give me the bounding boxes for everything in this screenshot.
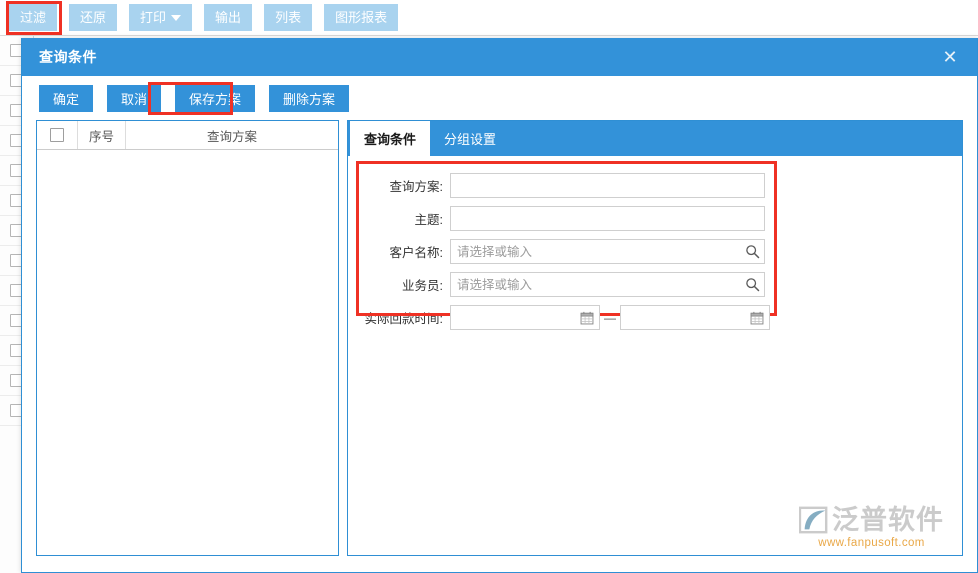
dialog-body: 序号 查询方案 查询条件 分组设置 查询方案: 主题: 客户名称: 请选择或输入… xyxy=(22,120,977,570)
select-all-checkbox[interactable] xyxy=(50,128,64,142)
watermark-brand: 泛普软件 xyxy=(832,504,944,535)
toolbar-button-print[interactable]: 打印 xyxy=(129,4,193,31)
cancel-button-label: 取消 xyxy=(121,91,148,107)
confirm-button-label: 确定 xyxy=(53,91,80,107)
field-row-customer-name: 客户名称: xyxy=(364,239,962,264)
app-root: 过滤 还原 打印 输出 列表 图形报表 查询条件 ✕ 确定 取消 保存方案 删除… xyxy=(0,0,978,573)
toolbar-button-filter-label: 过滤 xyxy=(20,10,47,25)
calendar-icon[interactable] xyxy=(745,306,769,329)
search-icon[interactable] xyxy=(740,240,764,263)
close-icon[interactable]: ✕ xyxy=(937,38,963,76)
scheme-name-control[interactable] xyxy=(450,173,765,198)
toolbar-button-list[interactable]: 列表 xyxy=(264,4,313,31)
toolbar-button-filter[interactable]: 过滤 xyxy=(9,4,58,31)
tab-content-query-condition: 查询方案: 主题: 客户名称: 请选择或输入 业务员: 请选择或输入 实际回款时… xyxy=(348,156,962,555)
condition-tabs-panel: 查询条件 分组设置 查询方案: 主题: 客户名称: 请选择或输入 业务员: 请选… xyxy=(347,120,963,556)
scheme-name-input[interactable] xyxy=(451,174,764,197)
customer-name-control[interactable] xyxy=(450,239,765,264)
scheme-header-index: 序号 xyxy=(78,121,126,149)
watermark-url: www.fanpusoft.com xyxy=(818,537,925,549)
toolbar-button-chart-report[interactable]: 图形报表 xyxy=(324,4,399,31)
label-customer-name: 客户名称: xyxy=(389,246,443,260)
toolbar-button-restore-label: 还原 xyxy=(80,10,107,25)
tab-query-condition-label: 查询条件 xyxy=(364,132,417,147)
query-condition-dialog: 查询条件 ✕ 确定 取消 保存方案 删除方案 序号 查询方案 查询条件 分组设置… xyxy=(21,38,978,573)
tab-group-settings[interactable]: 分组设置 xyxy=(430,121,510,156)
scheme-list-header: 序号 查询方案 xyxy=(37,121,338,150)
field-row-subject: 主题: xyxy=(364,206,962,231)
toolbar-button-print-label: 打印 xyxy=(140,10,167,25)
main-toolbar: 过滤 还原 打印 输出 列表 图形报表 xyxy=(0,0,978,36)
actual-payment-date-end-control[interactable] xyxy=(620,305,770,330)
toolbar-button-list-label: 列表 xyxy=(275,10,302,25)
field-row-actual-payment-date: 实际回款时间: — xyxy=(364,305,962,330)
field-row-salesperson: 业务员: xyxy=(364,272,962,297)
query-condition-form: 查询方案: 主题: 客户名称: 请选择或输入 业务员: 请选择或输入 实际回款时… xyxy=(348,168,962,330)
dialog-title: 查询条件 xyxy=(39,49,97,65)
scheme-list-panel: 序号 查询方案 xyxy=(36,120,339,556)
dialog-header: 查询条件 ✕ xyxy=(22,38,977,76)
label-subject: 主题: xyxy=(414,213,443,227)
calendar-icon[interactable] xyxy=(575,306,599,329)
label-scheme-name: 查询方案: xyxy=(389,180,443,194)
cancel-button[interactable]: 取消 xyxy=(107,84,162,112)
customer-name-input[interactable] xyxy=(451,240,740,263)
toolbar-button-chart-report-label: 图形报表 xyxy=(335,10,388,25)
actual-payment-date-end-input[interactable] xyxy=(621,306,745,329)
dialog-action-bar: 确定 取消 保存方案 删除方案 xyxy=(22,76,977,120)
confirm-button[interactable]: 确定 xyxy=(39,84,94,112)
save-scheme-button-label: 保存方案 xyxy=(189,91,242,107)
delete-scheme-button-label: 删除方案 xyxy=(283,91,336,107)
toolbar-button-export-label: 输出 xyxy=(215,10,242,25)
date-range-separator: — xyxy=(604,310,616,325)
search-icon[interactable] xyxy=(740,273,764,296)
scheme-header-select-all-cell xyxy=(37,121,78,149)
subject-input[interactable] xyxy=(451,207,764,230)
subject-control[interactable] xyxy=(450,206,765,231)
label-actual-payment-date: 实际回款时间: xyxy=(364,312,443,326)
scheme-header-name: 查询方案 xyxy=(206,129,257,144)
actual-payment-date-start-control[interactable] xyxy=(450,305,600,330)
tab-group-settings-label: 分组设置 xyxy=(444,132,497,147)
scheme-list-rows[interactable] xyxy=(37,150,338,555)
tab-query-condition[interactable]: 查询条件 xyxy=(350,121,431,156)
watermark-brand-row: 泛普软件 xyxy=(799,505,944,535)
tab-bar: 查询条件 分组设置 xyxy=(348,121,962,156)
delete-scheme-button[interactable]: 删除方案 xyxy=(269,84,350,112)
save-scheme-button[interactable]: 保存方案 xyxy=(175,84,256,112)
fanpu-logo-icon xyxy=(799,506,828,534)
field-row-scheme-name: 查询方案: xyxy=(364,173,962,198)
actual-payment-date-start-input[interactable] xyxy=(451,306,575,329)
toolbar-button-restore[interactable]: 还原 xyxy=(69,4,118,31)
salesperson-control[interactable] xyxy=(450,272,765,297)
toolbar-button-export[interactable]: 输出 xyxy=(204,4,253,31)
label-salesperson: 业务员: xyxy=(402,279,443,293)
watermark: 泛普软件 www.fanpusoft.com xyxy=(799,505,944,549)
salesperson-input[interactable] xyxy=(451,273,740,296)
chevron-down-icon xyxy=(171,14,182,21)
